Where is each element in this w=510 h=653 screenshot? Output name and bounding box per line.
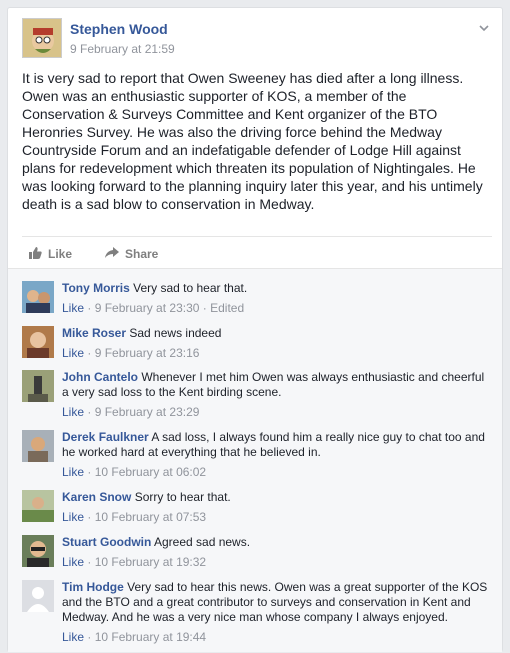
comments-section: Tony Morris Very sad to hear that. Like … xyxy=(8,268,502,652)
share-button[interactable]: Share xyxy=(104,246,158,262)
comment-time[interactable]: 10 February at 19:32 xyxy=(95,555,206,569)
comment-time[interactable]: 9 February at 23:29 xyxy=(95,405,200,419)
comment-meta: Like · 9 February at 23:29 xyxy=(62,405,200,419)
comment-meta: Like · 10 February at 06:02 xyxy=(62,465,207,479)
comment-author[interactable]: Derek Faulkner xyxy=(62,430,149,444)
comment-text: Sorry to hear that. xyxy=(134,490,231,504)
comment-text: Sad news indeed xyxy=(129,326,222,340)
comment-like-button[interactable]: Like xyxy=(62,405,84,419)
comment-text: Very sad to hear that. xyxy=(133,281,248,295)
comment-like-button[interactable]: Like xyxy=(62,630,84,644)
post-card: Stephen Wood 9 February at 21:59 It is v… xyxy=(7,7,503,652)
comment-like-button[interactable]: Like xyxy=(62,465,84,479)
comment-author[interactable]: Karen Snow xyxy=(62,490,131,504)
comment-meta: Like · 10 February at 07:53 xyxy=(62,510,207,524)
comment-author[interactable]: John Cantelo xyxy=(62,370,138,384)
post-text: It is very sad to report that Owen Sween… xyxy=(22,70,483,212)
like-button[interactable]: Like xyxy=(28,246,72,262)
avatar[interactable] xyxy=(22,370,54,402)
avatar[interactable] xyxy=(22,490,54,522)
author-avatar[interactable] xyxy=(22,18,62,58)
chevron-down-icon[interactable] xyxy=(478,22,490,34)
comment-time[interactable]: 10 February at 06:02 xyxy=(95,465,206,479)
avatar[interactable] xyxy=(22,326,54,358)
avatar[interactable] xyxy=(22,535,54,567)
comment-author[interactable]: Tony Morris xyxy=(62,281,130,295)
avatar[interactable] xyxy=(22,281,54,313)
share-label: Share xyxy=(125,247,159,261)
edited-label[interactable]: Edited xyxy=(210,301,244,315)
post-author[interactable]: Stephen Wood xyxy=(70,21,168,37)
comment-author[interactable]: Mike Roser xyxy=(62,326,126,340)
comment-meta: Like · 10 February at 19:32 xyxy=(62,555,207,569)
avatar[interactable] xyxy=(22,430,54,462)
comment-time[interactable]: 10 February at 19:44 xyxy=(95,630,206,644)
thumbs-up-icon xyxy=(28,246,42,262)
post-timestamp[interactable]: 9 February at 21:59 xyxy=(70,42,175,56)
comment-author[interactable]: Stuart Goodwin xyxy=(62,535,151,549)
like-label: Like xyxy=(48,247,73,261)
comment-like-button[interactable]: Like xyxy=(62,301,84,315)
comment-meta: Like · 10 February at 19:44 xyxy=(62,630,207,644)
avatar[interactable] xyxy=(22,580,54,612)
comment-time[interactable]: 9 February at 23:30 xyxy=(95,301,200,315)
comment-time[interactable]: 10 February at 07:53 xyxy=(95,510,206,524)
comment-text: Agreed sad news. xyxy=(154,535,251,549)
share-arrow-icon xyxy=(104,246,119,262)
post-actions: Like Share xyxy=(22,236,492,267)
comment-meta: Like · 9 February at 23:16 xyxy=(62,346,200,360)
comment-author[interactable]: Tim Hodge xyxy=(62,580,124,594)
comment-meta: Like · 9 February at 23:30 · Edited xyxy=(62,301,245,315)
comment-like-button[interactable]: Like xyxy=(62,555,84,569)
comment-like-button[interactable]: Like xyxy=(62,346,84,360)
comment-text: Very sad to hear this news. Owen was a g… xyxy=(62,580,488,624)
comment-like-button[interactable]: Like xyxy=(62,510,84,524)
comment-time[interactable]: 9 February at 23:16 xyxy=(95,346,200,360)
